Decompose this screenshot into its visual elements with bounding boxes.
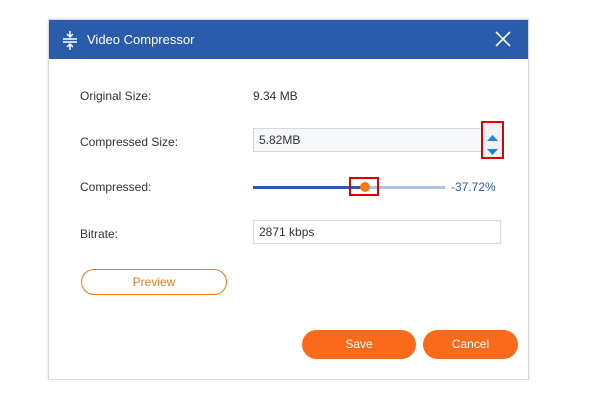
compressed-size-input[interactable]: 5.82MB xyxy=(253,128,500,152)
compressed-size-label: Compressed Size: xyxy=(80,135,179,149)
compression-slider-handle-highlight[interactable] xyxy=(349,177,379,196)
compressed-percent: -37.72% xyxy=(451,180,496,194)
compressed-size-stepper[interactable] xyxy=(481,121,504,159)
dialog-title: Video Compressor xyxy=(87,32,195,47)
compressed-label: Compressed: xyxy=(80,180,152,194)
stepper-down-icon[interactable] xyxy=(486,143,499,155)
save-button[interactable]: Save xyxy=(302,330,416,359)
preview-button[interactable]: Preview xyxy=(81,269,227,295)
compress-icon xyxy=(62,30,78,50)
compression-slider-handle[interactable] xyxy=(360,182,370,192)
dialog-titlebar: Video Compressor xyxy=(49,20,528,59)
bitrate-label: Bitrate: xyxy=(80,227,119,241)
bitrate-input[interactable]: 2871 kbps xyxy=(253,220,501,244)
video-compressor-dialog: Video Compressor Original Size: 9.34 MB … xyxy=(48,19,529,380)
original-size-label: Original Size: xyxy=(80,89,152,103)
compression-slider-fill xyxy=(253,186,364,189)
original-size-value: 9.34 MB xyxy=(253,89,298,103)
close-icon[interactable] xyxy=(493,29,513,49)
stepper-up-icon[interactable] xyxy=(486,129,499,141)
cancel-button[interactable]: Cancel xyxy=(423,330,518,359)
